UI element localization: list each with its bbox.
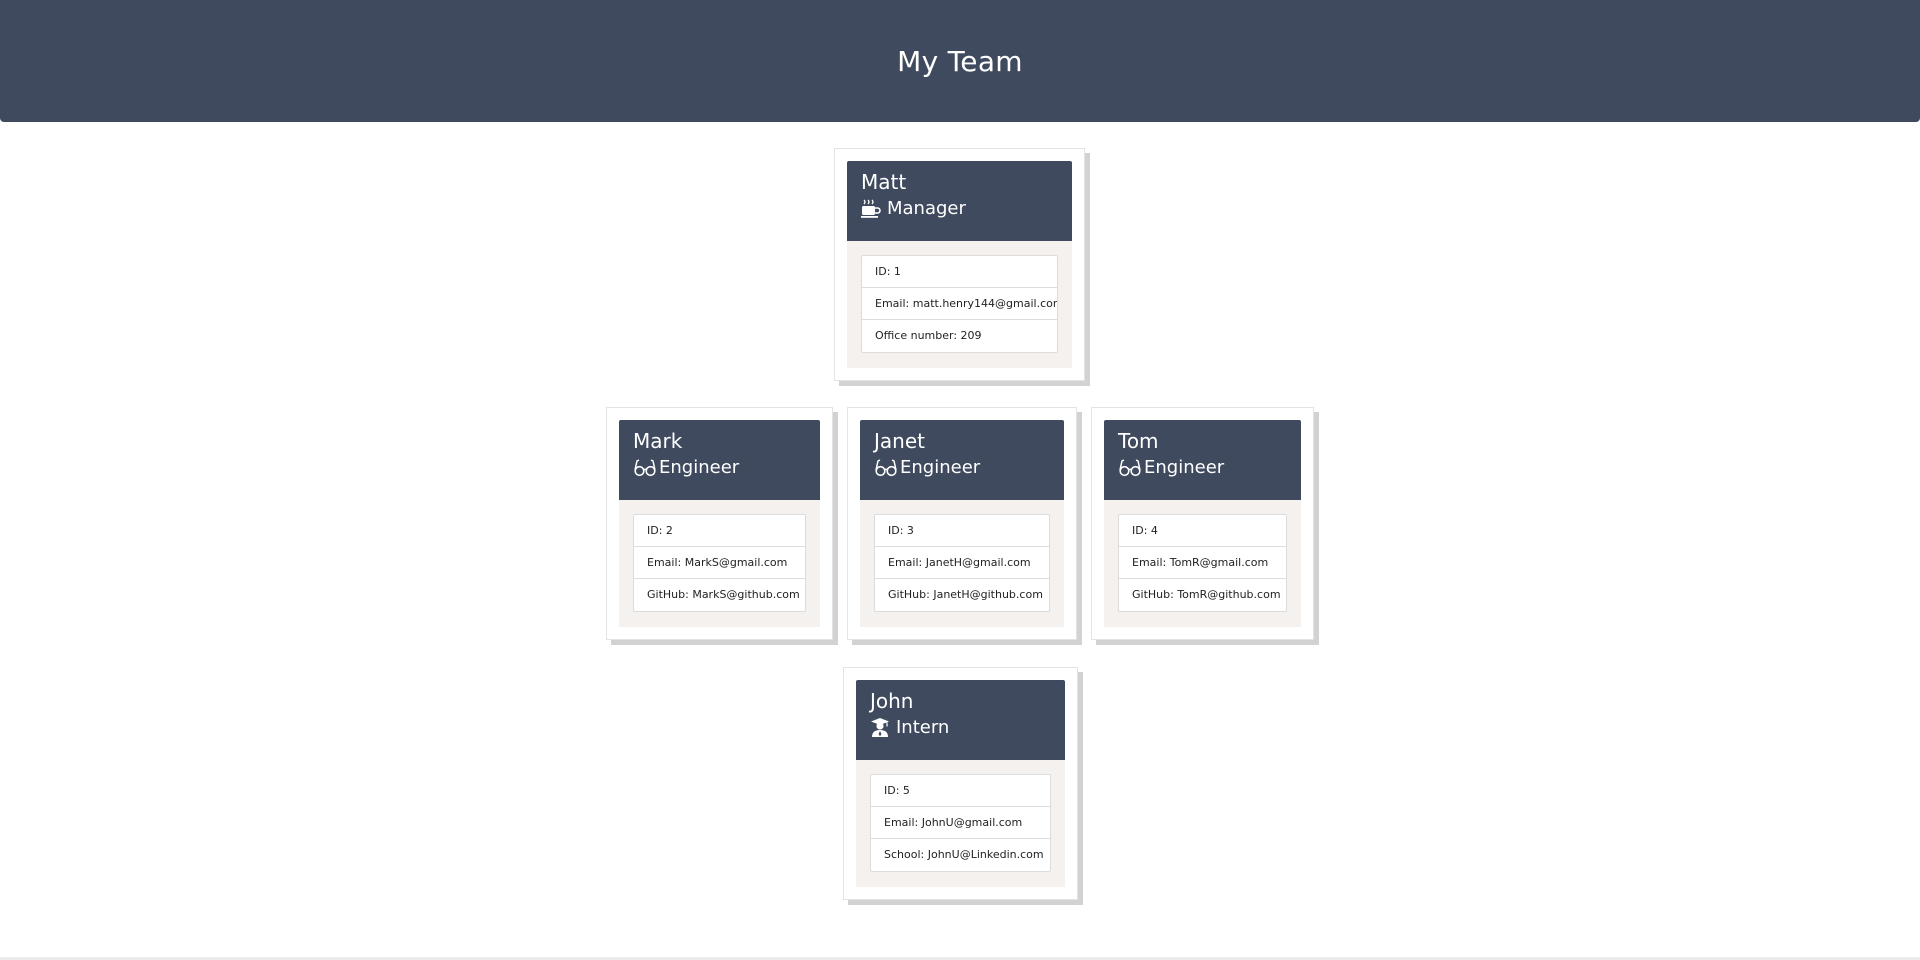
employee-name: Janet [874, 429, 925, 453]
info-id: ID: 5 [871, 775, 1050, 807]
page-header: My Team [0, 0, 1920, 122]
engineer-row: Mark Engineer ID: 2 Email: MarkS@gmail.c… [0, 407, 1920, 647]
info-label: GitHub [647, 588, 686, 601]
info-id: ID: 3 [875, 515, 1049, 547]
info-label: GitHub [1132, 588, 1171, 601]
glasses-icon [1118, 458, 1142, 478]
info-label: Email [875, 297, 906, 310]
employee-role-label: Manager [887, 198, 966, 219]
email-link[interactable]: JohnU@gmail.com [922, 816, 1023, 829]
info-email: Email: TomR@gmail.com [1119, 547, 1286, 579]
info-label: ID [884, 784, 896, 797]
info-list: ID: 1 Email: matt.henry144@gmail.com Off… [861, 255, 1058, 353]
employee-role: Engineer [1118, 454, 1287, 482]
info-label: School [884, 848, 921, 861]
info-value: 4 [1150, 524, 1158, 537]
info-label: Email [888, 556, 919, 569]
employee-card-mark: Mark Engineer ID: 2 Email: MarkS@gmail.c… [606, 407, 833, 640]
employee-role-label: Engineer [1144, 457, 1225, 478]
card-body: ID: 5 Email: JohnU@gmail.com School: Joh… [856, 760, 1065, 887]
employee-role: Manager [861, 195, 1058, 223]
glasses-icon [633, 458, 657, 478]
email-link[interactable]: JanetH@gmail.com [926, 556, 1031, 569]
manager-row: Matt Manager ID: 1 Email: matt.henry144@… [0, 148, 1920, 388]
info-email: Email: JohnU@gmail.com [871, 807, 1050, 839]
info-label: ID [1132, 524, 1144, 537]
info-value: 3 [906, 524, 914, 537]
info-value: 2 [665, 524, 673, 537]
email-link[interactable]: MarkS@gmail.com [685, 556, 788, 569]
graduate-icon [870, 718, 894, 738]
info-value: 1 [893, 265, 901, 278]
page: My Team Matt Manager ID: 1 Email: matt.h… [0, 0, 1920, 960]
info-id: ID: 2 [634, 515, 805, 547]
info-office: Office number: 209 [875, 329, 982, 342]
info-label: Email [647, 556, 678, 569]
info-value: 5 [902, 784, 910, 797]
employee-role-label: Engineer [659, 457, 740, 478]
card-header: John Intern [856, 680, 1065, 760]
employee-role-label: Engineer [900, 457, 981, 478]
employee-role: Intern [870, 714, 1051, 742]
employee-card-tom: Tom Engineer ID: 4 Email: TomR@gmail.com… [1091, 407, 1314, 640]
card-header: Mark Engineer [619, 420, 820, 500]
card-body: ID: 2 Email: MarkS@gmail.com GitHub: Mar… [619, 500, 820, 627]
info-github: GitHub: JanetH@github.com [888, 588, 1043, 601]
page-title: My Team [897, 44, 1023, 78]
glasses-icon [874, 458, 898, 478]
intern-row: John Intern ID: 5 Email: JohnU@gmail.com… [0, 667, 1920, 907]
info-list: ID: 4 Email: TomR@gmail.com GitHub: TomR… [1118, 514, 1287, 612]
card-header: Tom Engineer [1104, 420, 1301, 500]
email-link[interactable]: TomR@gmail.com [1170, 556, 1268, 569]
github-link[interactable]: TomR@github.com [1177, 588, 1280, 601]
info-list: ID: 5 Email: JohnU@gmail.com School: Joh… [870, 774, 1051, 872]
github-link[interactable]: MarkS@github.com [692, 588, 799, 601]
email-link[interactable]: matt.henry144@gmail.com [913, 297, 1057, 310]
employee-card-john: John Intern ID: 5 Email: JohnU@gmail.com… [843, 667, 1078, 900]
info-label: ID [647, 524, 659, 537]
info-label: ID [888, 524, 900, 537]
coffee-icon [861, 199, 885, 219]
card-body: ID: 4 Email: TomR@gmail.com GitHub: TomR… [1104, 500, 1301, 627]
github-link[interactable]: JanetH@github.com [933, 588, 1043, 601]
employee-card-matt: Matt Manager ID: 1 Email: matt.henry144@… [834, 148, 1085, 381]
info-list: ID: 3 Email: JanetH@gmail.com GitHub: Ja… [874, 514, 1050, 612]
employee-name: Tom [1118, 429, 1159, 453]
employee-name: John [870, 689, 914, 713]
info-label: ID [875, 265, 887, 278]
info-github: GitHub: TomR@github.com [1132, 588, 1281, 601]
info-id: ID: 4 [1119, 515, 1286, 547]
employee-role-label: Intern [896, 717, 950, 738]
info-list: ID: 2 Email: MarkS@gmail.com GitHub: Mar… [633, 514, 806, 612]
employee-name: Mark [633, 429, 683, 453]
info-value: 209 [960, 329, 982, 342]
info-school: School: JohnU@Linkedin.com [884, 848, 1044, 861]
card-header: Janet Engineer [860, 420, 1064, 500]
employee-card-janet: Janet Engineer ID: 3 Email: JanetH@gmail… [847, 407, 1077, 640]
employee-role: Engineer [633, 454, 806, 482]
info-github: GitHub: MarkS@github.com [647, 588, 800, 601]
card-header: Matt Manager [847, 161, 1072, 241]
card-body: ID: 3 Email: JanetH@gmail.com GitHub: Ja… [860, 500, 1064, 627]
info-label: Office number [875, 329, 954, 342]
employee-name: Matt [861, 170, 907, 194]
info-value: JohnU@Linkedin.com [927, 848, 1044, 861]
info-label: Email [1132, 556, 1163, 569]
info-label: GitHub [888, 588, 927, 601]
employee-role: Engineer [874, 454, 1050, 482]
info-email: Email: JanetH@gmail.com [875, 547, 1049, 579]
info-email: Email: matt.henry144@gmail.com [862, 288, 1057, 320]
card-body: ID: 1 Email: matt.henry144@gmail.com Off… [847, 241, 1072, 368]
info-id: ID: 1 [862, 256, 1057, 288]
info-email: Email: MarkS@gmail.com [634, 547, 805, 579]
info-label: Email [884, 816, 915, 829]
